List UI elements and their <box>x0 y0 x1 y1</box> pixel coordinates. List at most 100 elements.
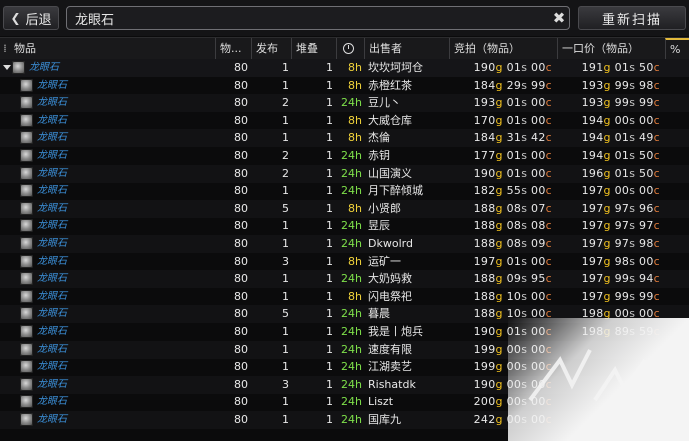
buyout-price-gold-value: 198 <box>581 307 604 321</box>
time-left: 8h <box>348 78 362 92</box>
buyout-price-gold-value: 197 <box>581 289 604 303</box>
buyout-price: 197g 97s 97c <box>559 217 660 235</box>
buyout-price-silver-value: 99 <box>614 289 630 303</box>
column-header-bid[interactable]: 竞拍（物品） <box>449 38 557 59</box>
results-list: 龙眼石 80 1 1 8h 坎坎坷坷仓 190g 01s 00c 191g 01s 50c 龙眼… <box>0 59 689 441</box>
posted-count: 1 <box>282 78 289 92</box>
gold-unit: g <box>495 184 503 198</box>
buyout-price: 193g 99s 98c <box>559 77 660 95</box>
item-name: 龙眼石 <box>37 378 67 390</box>
gem-item-icon <box>20 201 33 215</box>
copper-unit: c <box>653 289 660 303</box>
buyout-price-silver-value: 99 <box>614 96 630 110</box>
buyout-price-copper-value: 50 <box>639 166 654 180</box>
stack-size: 1 <box>326 201 333 215</box>
auction-row[interactable]: 龙眼石 80 1 1 24h Liszt 200g 00s 00cg s c <box>0 393 689 411</box>
bid-price-copper-value: 99 <box>531 78 546 92</box>
auction-row[interactable]: 龙眼石 80 3 1 8h 运矿一 197g 01s 00c 197g 98s 00c <box>0 253 689 271</box>
auction-row[interactable]: 龙眼石 80 2 1 24h 赤钥 177g 01s 00c 194g 01s 50c <box>0 147 689 165</box>
clear-icon[interactable]: ✖ <box>549 9 569 27</box>
auction-row[interactable]: 龙眼石 80 1 1 24h 江湖卖艺 199g 00s 00cg s c <box>0 358 689 376</box>
search-field[interactable]: ✖ <box>66 6 570 30</box>
buyout-price-silver-value: 97 <box>614 201 630 215</box>
auction-row[interactable]: 龙眼石 80 1 1 24h 速度有限 199g 00s 00cg s c <box>0 340 689 359</box>
item-level: 80 <box>234 113 248 127</box>
auction-row[interactable]: 龙眼石 80 5 1 8h 小贤郎 188g 08s 07c 197g 97s 96c <box>0 199 689 218</box>
gold-unit: g <box>603 96 611 110</box>
column-header-item[interactable]: 物品 <box>10 38 215 59</box>
gem-item-icon <box>20 219 33 233</box>
bid-price-gold-value: 190 <box>473 325 496 338</box>
time-left: 24h <box>341 219 362 233</box>
bid-price-silver-value: 08 <box>506 201 522 215</box>
auction-row[interactable]: 龙眼石 80 1 1 24h 大奶妈救 188g 09s 95c 197g 99s 94c <box>0 270 689 289</box>
auction-row[interactable]: 龙眼石 80 1 1 24h 我是丨炮兵 190g 01s 00c 198g 89s 59c <box>0 323 689 341</box>
copper-unit: c <box>653 325 660 338</box>
auction-row[interactable]: 龙眼石 80 2 1 24h 豆儿丶 193g 01s 00c 193g 99s 99c <box>0 94 689 113</box>
auction-row[interactable]: 龙眼石 80 1 1 8h 大威仓库 170g 01s 00c 194g 00s 00c <box>0 112 689 130</box>
auction-row[interactable]: 龙眼石 80 5 1 24h 暮晨 188g 10s 00c 198g 00s 00c <box>0 305 689 324</box>
auction-row[interactable]: 龙眼石 80 1 1 24h Dkwolrd 188g 08s 09c 197g 97s 98… <box>0 235 689 253</box>
column-header-stack[interactable]: 堆叠 <box>291 38 336 59</box>
auction-row[interactable]: 龙眼石 80 1 1 24h 昱辰 188g 08s 08c 197g 97s 97c <box>0 217 689 235</box>
copper-unit: c <box>653 307 660 321</box>
column-header-posted[interactable]: 发布 <box>251 38 291 59</box>
item-name: 龙眼石 <box>37 273 67 285</box>
copper-unit: c <box>653 149 660 162</box>
bid-price-gold-value: 170 <box>473 113 496 127</box>
silver-unit: s <box>629 131 636 145</box>
buyout-price: 198g 89s 59c <box>559 323 660 341</box>
gem-item-icon <box>20 342 33 356</box>
buyout-price: 197g 97s 96c <box>559 200 660 218</box>
time-left: 24h <box>341 166 362 180</box>
copper-unit: c <box>653 78 660 92</box>
auction-row[interactable]: 龙眼石 80 1 1 8h 杰倫 184g 31s 42c 194g 01s 49c <box>0 129 689 148</box>
buyout-price-silver-value: 97 <box>614 219 630 233</box>
buyout-price-copper-value: 49 <box>639 131 654 145</box>
column-header-level[interactable]: 物... <box>215 38 251 59</box>
search-input[interactable] <box>67 9 549 27</box>
auction-row[interactable]: 龙眼石 80 2 1 24h 山国演义 190g 01s 00c 196g 01s 50c <box>0 164 689 183</box>
stack-size: 1 <box>326 254 333 268</box>
silver-unit: s <box>629 96 636 110</box>
expand-triangle-icon[interactable] <box>3 65 11 70</box>
bid-price-silver-value: 01 <box>506 61 522 74</box>
column-header-percent[interactable]: % <box>665 38 689 59</box>
auction-row[interactable]: 龙眼石 80 1 1 24h 国库九 242g 00s 00cg s c <box>0 411 689 429</box>
bid-price-gold-value: 199 <box>473 342 496 356</box>
stack-size: 1 <box>326 272 333 286</box>
item-level: 80 <box>234 149 248 162</box>
copper-unit: c <box>545 166 552 180</box>
column-grip-icon[interactable]: ⁞ <box>1 38 9 59</box>
column-label: 堆叠 <box>296 42 318 55</box>
item-level: 80 <box>234 78 248 92</box>
copper-unit: c <box>545 307 552 321</box>
item-name: 龙眼石 <box>37 414 67 425</box>
item-name: 龙眼石 <box>37 343 67 355</box>
back-button[interactable]: ❮ 后退 <box>3 6 59 30</box>
bid-price-silver-value: 08 <box>506 219 522 233</box>
buyout-price-copper-value: 97 <box>639 219 654 233</box>
column-header-buyout[interactable]: 一口价（物品） <box>557 38 665 59</box>
column-header-time[interactable] <box>336 38 364 59</box>
auction-row[interactable]: 龙眼石 80 1 1 8h 闪电祭祀 188g 10s 00c 197g 99s 99c <box>0 288 689 306</box>
auction-row[interactable]: 龙眼石 80 3 1 24h Rishatdk 190g 00s 00cg s c <box>0 375 689 394</box>
stack-size: 1 <box>326 78 333 92</box>
item-name: 龙眼石 <box>37 238 67 249</box>
auction-row[interactable]: 龙眼石 80 1 1 24h 月下醉倾城 182g 55s 00c 197g 00s 00c <box>0 182 689 200</box>
stack-size: 1 <box>326 325 333 338</box>
rescan-button[interactable]: 重新扫描 <box>578 6 686 30</box>
bid-price-silver-value: 00 <box>506 395 522 409</box>
seller-name: Dkwolrd <box>368 237 413 250</box>
copper-unit: c <box>545 201 552 215</box>
item-level: 80 <box>234 166 248 180</box>
column-header-seller[interactable]: 出售者 <box>364 38 449 59</box>
item-name: 龙眼石 <box>37 185 67 197</box>
item-level: 80 <box>234 184 248 198</box>
silver-unit: s <box>521 149 528 162</box>
auction-group-row[interactable]: 龙眼石 80 1 1 8h 坎坎坷坷仓 190g 01s 00c 191g 01s 50c <box>0 59 689 77</box>
item-name: 龙眼石 <box>37 255 67 267</box>
bid-price: 193g 01s 00c <box>451 94 552 112</box>
auction-row[interactable]: 龙眼石 80 1 1 8h 赤橙红茶 184g 29s 99c 193g 99s 98c <box>0 77 689 95</box>
buyout-price: 198g 00s 00c <box>559 305 660 323</box>
